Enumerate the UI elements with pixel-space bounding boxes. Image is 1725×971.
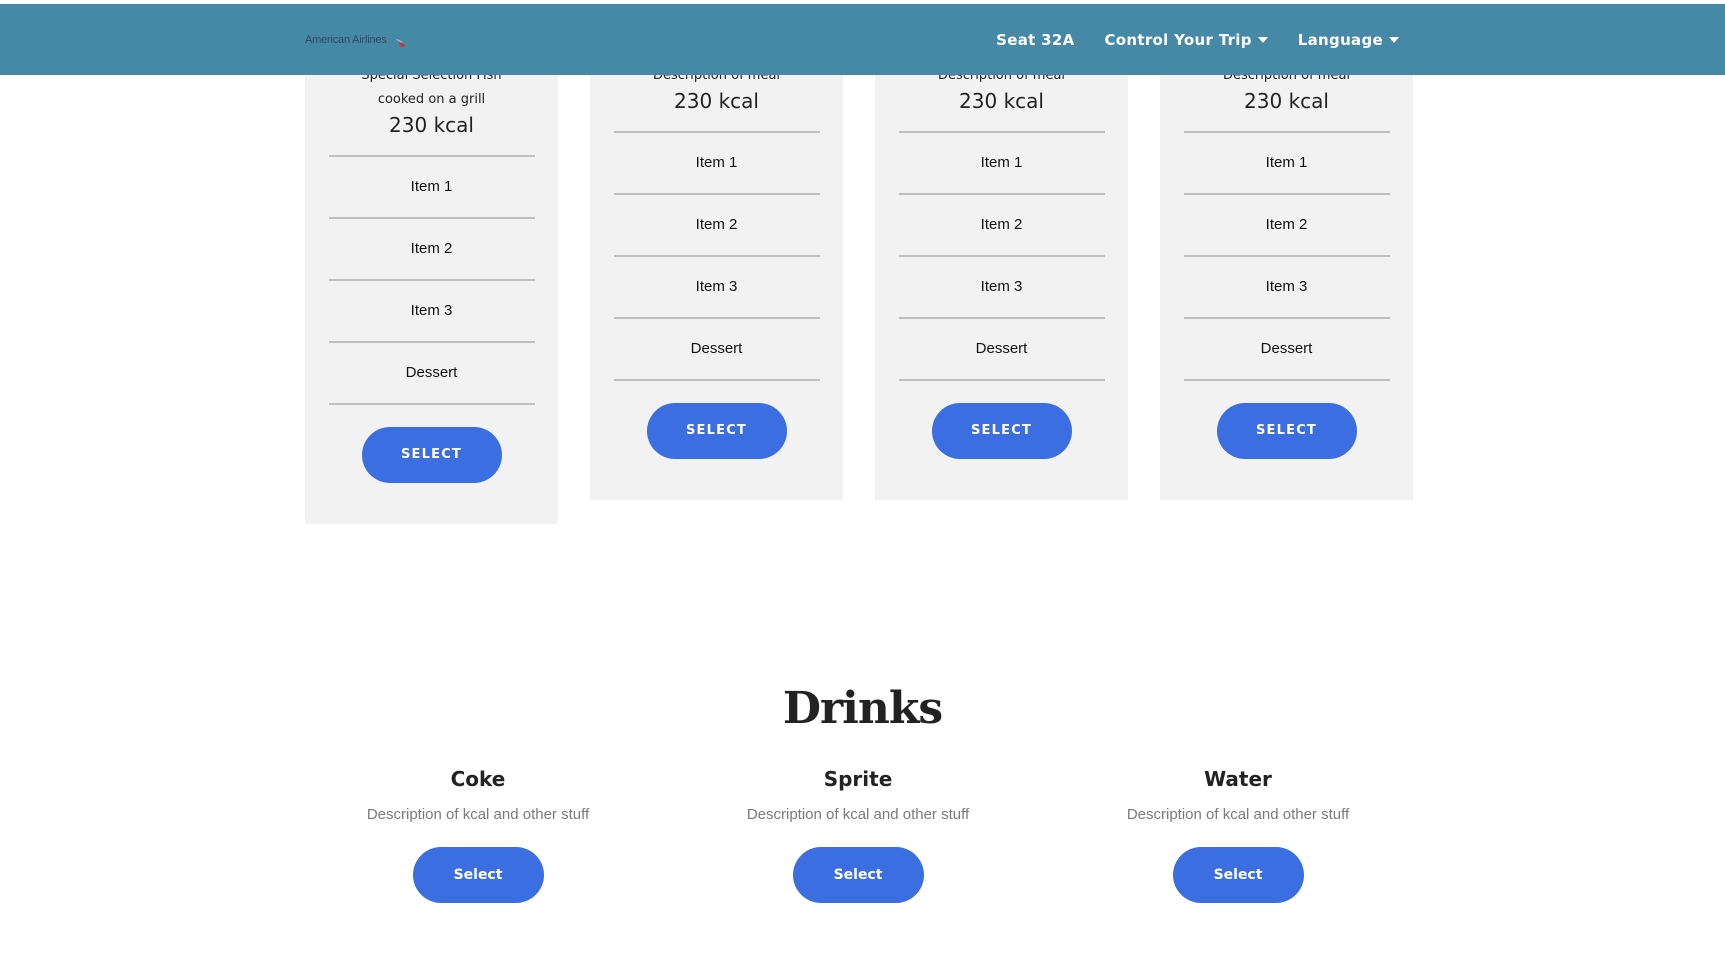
drink-card-water: Water Description of kcal and other stuf… (1088, 766, 1388, 903)
meal-item: Item 3 (328, 281, 535, 343)
drink-name: Water (1204, 767, 1272, 791)
page: Special Selection Fish cooked on a grill… (0, 0, 1725, 971)
select-meal-button[interactable]: SELECT (931, 403, 1072, 459)
meal-card-1: Special Selection Fish cooked on a grill… (305, 0, 558, 524)
meal-description-line-2: cooked on a grill (377, 92, 486, 107)
select-meal-button[interactable]: SELECT (361, 427, 502, 483)
meal-item: Item 3 (1183, 257, 1390, 319)
meal-card-3: Description of meal 230 kcal Item 1 Item… (875, 0, 1128, 500)
meal-kcal: 230 kcal (389, 113, 474, 137)
drink-description: Description of kcal and other stuff (1126, 806, 1350, 823)
select-meal-button[interactable]: SELECT (1216, 403, 1357, 459)
meal-item: Item 1 (898, 131, 1105, 195)
navbar: American Airlines Seat 32A Control Your … (0, 4, 1725, 75)
meal-item-list: Item 1 Item 2 Item 3 Dessert (613, 131, 820, 381)
meal-item: Item 2 (613, 195, 820, 257)
meal-item: Item 1 (1183, 131, 1390, 195)
meal-kcal: 230 kcal (674, 89, 759, 113)
meal-card-4: Description of meal 230 kcal Item 1 Item… (1160, 0, 1413, 500)
drink-description: Description of kcal and other stuff (366, 806, 590, 823)
meal-item: Item 3 (613, 257, 820, 319)
select-drink-button[interactable]: Select (412, 847, 544, 903)
brand-logo-link[interactable]: American Airlines (305, 32, 408, 48)
select-drink-button[interactable]: Select (1172, 847, 1304, 903)
caret-down-icon (1389, 36, 1399, 43)
meal-item: Item 3 (898, 257, 1105, 319)
meal-item: Item 1 (613, 131, 820, 195)
meal-kcal: 230 kcal (959, 89, 1044, 113)
nav-menu: Seat 32A Control Your Trip Language (996, 4, 1399, 75)
caret-down-icon (1257, 36, 1268, 43)
meal-item: Item 1 (328, 155, 535, 219)
meal-item: Dessert (613, 319, 820, 381)
select-meal-button[interactable]: SELECT (646, 403, 787, 459)
meal-item-list: Item 1 Item 2 Item 3 Dessert (328, 155, 535, 405)
drinks-section-title: Drinks (782, 683, 943, 734)
seat-nav-item[interactable]: Seat 32A (996, 31, 1074, 49)
drink-card-coke: Coke Description of kcal and other stuff… (328, 766, 628, 903)
drink-description: Description of kcal and other stuff (746, 806, 970, 823)
meal-item: Item 2 (328, 219, 535, 281)
meal-item: Dessert (1183, 319, 1390, 381)
meal-item: Dessert (328, 343, 535, 405)
control-your-trip-dropdown[interactable]: Control Your Trip (1105, 31, 1268, 49)
drink-name: Sprite (823, 767, 893, 791)
american-airlines-flag-icon (391, 34, 406, 47)
drink-card-sprite: Sprite Description of kcal and other stu… (708, 766, 1008, 903)
language-dropdown[interactable]: Language (1298, 31, 1399, 49)
language-label: Language (1297, 30, 1383, 49)
drink-name: Coke (450, 767, 506, 791)
meal-kcal: 230 kcal (1244, 89, 1329, 113)
meal-item: Item 2 (898, 195, 1105, 257)
meal-item: Item 2 (1183, 195, 1390, 257)
control-your-trip-label: Control Your Trip (1104, 30, 1252, 49)
meal-card-2: Description of meal 230 kcal Item 1 Item… (590, 0, 843, 500)
meal-item-list: Item 1 Item 2 Item 3 Dessert (898, 131, 1105, 381)
select-drink-button[interactable]: Select (792, 847, 924, 903)
meal-item: Dessert (898, 319, 1105, 381)
seat-label: Seat 32A (996, 30, 1075, 49)
brand-text: American Airlines (305, 34, 387, 46)
meal-item-list: Item 1 Item 2 Item 3 Dessert (1183, 131, 1390, 381)
